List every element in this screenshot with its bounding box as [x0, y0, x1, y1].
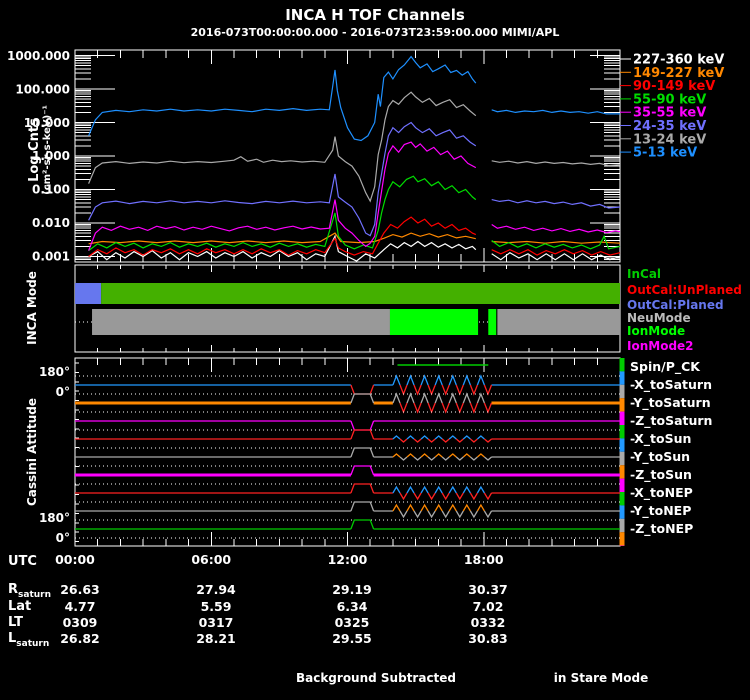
mode-panel-legend: InCal OutCal:UnPlanedOutCal:PlanedNeuMode… [627, 267, 742, 353]
utc-tick-label: 18:00 [464, 552, 504, 567]
mode-legend-label: OutCal:Planed [627, 298, 724, 312]
attitude-legend: Spin/P_CK -X_toSaturn -Y_toSaturn -Z_toSatu… [630, 359, 712, 537]
attitude-panel-y-axis-label: Cassini Attitude [25, 397, 39, 507]
attitude-row-X_toSun [75, 429, 620, 443]
table-value: 29.19 [332, 582, 372, 597]
utc-tick-label: 12:00 [328, 552, 368, 567]
mode-legend-label: OutCal:UnPlaned [627, 283, 742, 297]
utc-axis-caption: UTC [8, 554, 37, 569]
attitude-row-Z_toNEP [75, 519, 620, 530]
attitude-row-Y_toNEP [75, 501, 620, 519]
utc-tick-label: 00:00 [55, 552, 95, 567]
table-row-label-lat: Lat [8, 599, 32, 614]
attitude-row-Z_toSaturn [75, 411, 620, 431]
attitude-ytick-labels: 180° 0° 180° 0° [39, 365, 70, 545]
footer-background-subtracted: Background Subtracted [295, 671, 457, 685]
table-value: 0332 [471, 615, 506, 630]
series-13-24-keV [88, 91, 621, 203]
mode-panel-y-axis-label: INCA Mode [25, 271, 39, 345]
attitude-legend-label: -Y_toNEP [630, 503, 691, 519]
cal-mode-bar-segment [75, 283, 102, 304]
attitude-row-X_toNEP [75, 483, 620, 501]
cal-mode-bar-segment [101, 283, 621, 304]
mode-legend-label: InCal [627, 267, 661, 281]
table-value: 4.77 [65, 599, 96, 614]
mode-legend-label: IonMode2 [627, 339, 694, 353]
table-value: 26.63 [60, 582, 100, 597]
attitude-legend-label: Spin/P_CK [630, 359, 701, 375]
table-row-label-l-saturn: Lsaturn [8, 631, 50, 649]
table-value: 27.94 [196, 582, 236, 597]
ion-neu-mode-bar-segment [497, 309, 620, 335]
table-value: 7.02 [473, 599, 504, 614]
table-value: 26.82 [60, 631, 100, 646]
attitude-legend-label: -Y_toSun [630, 449, 690, 465]
top-panel-y-axis-label: Log Cnts (cm²-sr-s-keV)⁻¹ [27, 105, 53, 195]
table-value: 30.83 [468, 631, 508, 646]
ytick-label: 0.010 [32, 216, 70, 230]
inca-plot-window: INCA H TOF Channels 2016-073T00:00:00.00… [0, 0, 750, 700]
plot-canvas: 1000.000100.00010.0001.0000.1000.0100.00… [7, 49, 742, 646]
ytick-label: 1000.000 [7, 49, 70, 63]
mode-panel-bars [75, 283, 621, 335]
attitude-legend-label: -Y_toSaturn [630, 395, 711, 411]
top-panel-series [88, 55, 621, 262]
mode-legend-label: IonMode [627, 324, 685, 338]
table-value: 28.21 [196, 631, 236, 646]
series-55-90-keV [88, 175, 621, 252]
ytick-label: 0.001 [32, 249, 70, 263]
utc-tick-labels: 00:00 06:00 12:00 18:00 [55, 552, 504, 567]
legend-label: 5-13 keV [633, 146, 697, 161]
y-axis-label-line2: (cm²-sr-s-keV)⁻¹ [42, 105, 53, 195]
attitude-legend-label: -X_toNEP [630, 485, 693, 501]
table-row-label-lt: LT [8, 615, 23, 630]
table-value: 0309 [63, 615, 98, 630]
table-value: 30.37 [468, 582, 508, 597]
attitude-row-Y_toSaturn [75, 392, 620, 414]
ion-neu-mode-bar-segment [92, 309, 390, 335]
series-35-55-keV [88, 141, 621, 251]
attitude-legend-label: -X_toSaturn [630, 377, 712, 393]
attitude-panel-traces [75, 358, 625, 546]
footer-stare-mode: in Stare Mode [553, 671, 649, 685]
attitude-legend-label: -Z_toSun [630, 467, 692, 483]
attitude-row-Z_toSun [75, 465, 620, 477]
table-value: 0325 [335, 615, 370, 630]
degree-tick-label: 0° [56, 385, 70, 399]
table-value: 29.55 [332, 631, 372, 646]
degree-tick-label: 180° [39, 511, 70, 525]
degree-tick-label: 180° [39, 365, 70, 379]
ion-neu-mode-bar-segment [488, 309, 497, 335]
top-panel-legend: 227-360 keV149-227 keV90-149 keV55-90 ke… [620, 53, 724, 161]
attitude-legend-label: -Z_toSaturn [630, 413, 712, 429]
ion-neu-mode-bar-segment [389, 309, 479, 335]
attitude-row-Y_toSun [75, 447, 620, 461]
table-value: 6.34 [337, 599, 368, 614]
attitude-legend-label: -X_toSun [630, 431, 691, 447]
ytick-label: 100.000 [15, 82, 70, 96]
utc-tick-label: 06:00 [191, 552, 231, 567]
table-row-label-r-saturn: Rsaturn [8, 582, 52, 600]
attitude-row-X_toSaturn [75, 374, 620, 396]
series-5-13-keV [88, 55, 620, 142]
degree-tick-label: 0° [56, 531, 70, 545]
mode-legend-label: NeuMode [627, 311, 691, 325]
table-value: 5.59 [201, 599, 232, 614]
y-axis-label-line1: Log Cnts [27, 118, 42, 182]
series-90-149-keV [88, 216, 621, 257]
ephemeris-table-values: 26.63 27.94 29.19 30.37 4.77 5.59 6.34 7.02 0309… [60, 582, 508, 646]
attitude-legend-label: -Z_toNEP [630, 521, 693, 537]
table-value: 0317 [199, 615, 234, 630]
